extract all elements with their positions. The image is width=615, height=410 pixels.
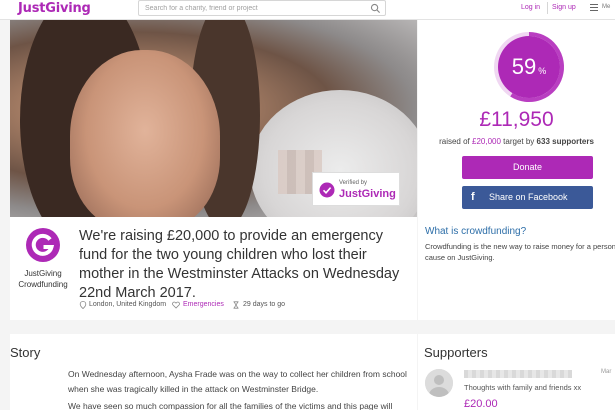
supporters-count: 633 supporters [536,137,594,146]
supporters-section: Supporters Mar Thoughts with family and … [418,334,615,410]
page-title: We're raising £20,000 to provide an emer… [79,228,400,301]
target-suffix: target by [503,137,535,146]
verified-check-icon [319,182,335,198]
signup-link[interactable]: Sign up [552,4,576,11]
category-link[interactable]: Emergencies [183,301,224,308]
hero-photo: Verified by JustGiving [10,20,417,217]
top-navigation-bar: JustGiving Log in Sign up Me [0,0,615,20]
menu-label[interactable]: Me [602,4,610,10]
login-link[interactable]: Log in [521,4,540,11]
heart-icon [172,301,180,309]
raised-summary: raised of £20,000 target by 633 supporte… [418,137,615,146]
supporter-avatar [425,369,453,397]
crowdfunding-info-text: Crowdfunding is the new way to raise mon… [425,242,615,262]
supporter-date: Mar [601,369,612,375]
story-paragraph: On Wednesday afternoon, Aysha Frade was … [68,369,407,394]
verified-brand: JustGiving [339,188,396,200]
story-section: Story On Wednesday afternoon, Aysha Frad… [10,334,417,410]
organiser-name[interactable]: JustGiving Crowdfunding [10,268,76,290]
verified-badge: Verified by JustGiving [312,172,400,206]
story-heading: Story [10,345,41,360]
page-info: JustGiving Crowdfunding We're raising £2… [10,217,417,320]
nav-divider [547,2,548,14]
hamburger-menu-icon[interactable] [590,4,598,11]
share-on-facebook-button[interactable]: f Share on Facebook [462,186,593,209]
user-silhouette-icon [425,369,453,397]
facebook-button-label: Share on Facebook [489,192,568,202]
supporters-heading: Supporters [424,345,488,360]
supporter-amount: £20.00 [464,398,498,410]
story-paragraph: We have seen so much compassion for all … [68,401,393,410]
target-amount: £20,000 [472,137,501,146]
hourglass-icon [233,301,239,309]
organiser-name-line2: Crowdfunding [18,280,68,289]
raised-amount: £11,950 [479,108,554,131]
organiser-name-line1: JustGiving [24,269,62,278]
progress-value: 59 [511,54,537,79]
location-pin-icon [79,301,87,309]
search-icon[interactable] [370,3,381,14]
percent-sign: % [538,66,547,76]
search-box[interactable] [138,0,386,16]
donate-button[interactable]: Donate [462,156,593,179]
crowdfunding-info-title[interactable]: What is crowdfunding? [425,226,526,237]
verified-by-label: Verified by [339,180,368,186]
supporter-message: Thoughts with family and friends xx [464,383,582,392]
justgiving-logo[interactable]: JustGiving [18,1,91,16]
location-text: London, United Kingdom [89,301,167,308]
facebook-icon: f [471,191,475,203]
face-shape [70,50,220,217]
crowdfunding-info-panel: What is crowdfunding? Crowdfunding is th… [418,217,615,320]
justgiving-crowdfunding-logo-icon[interactable] [26,228,60,262]
days-left: 29 days to go [243,301,286,308]
raised-prefix: raised of [439,137,470,146]
search-input[interactable] [145,3,365,14]
donate-panel: 59% £11,950 raised of £20,000 target by … [418,20,615,217]
supporter-name-redacted [464,370,572,378]
progress-percentage: 59% [492,30,566,104]
